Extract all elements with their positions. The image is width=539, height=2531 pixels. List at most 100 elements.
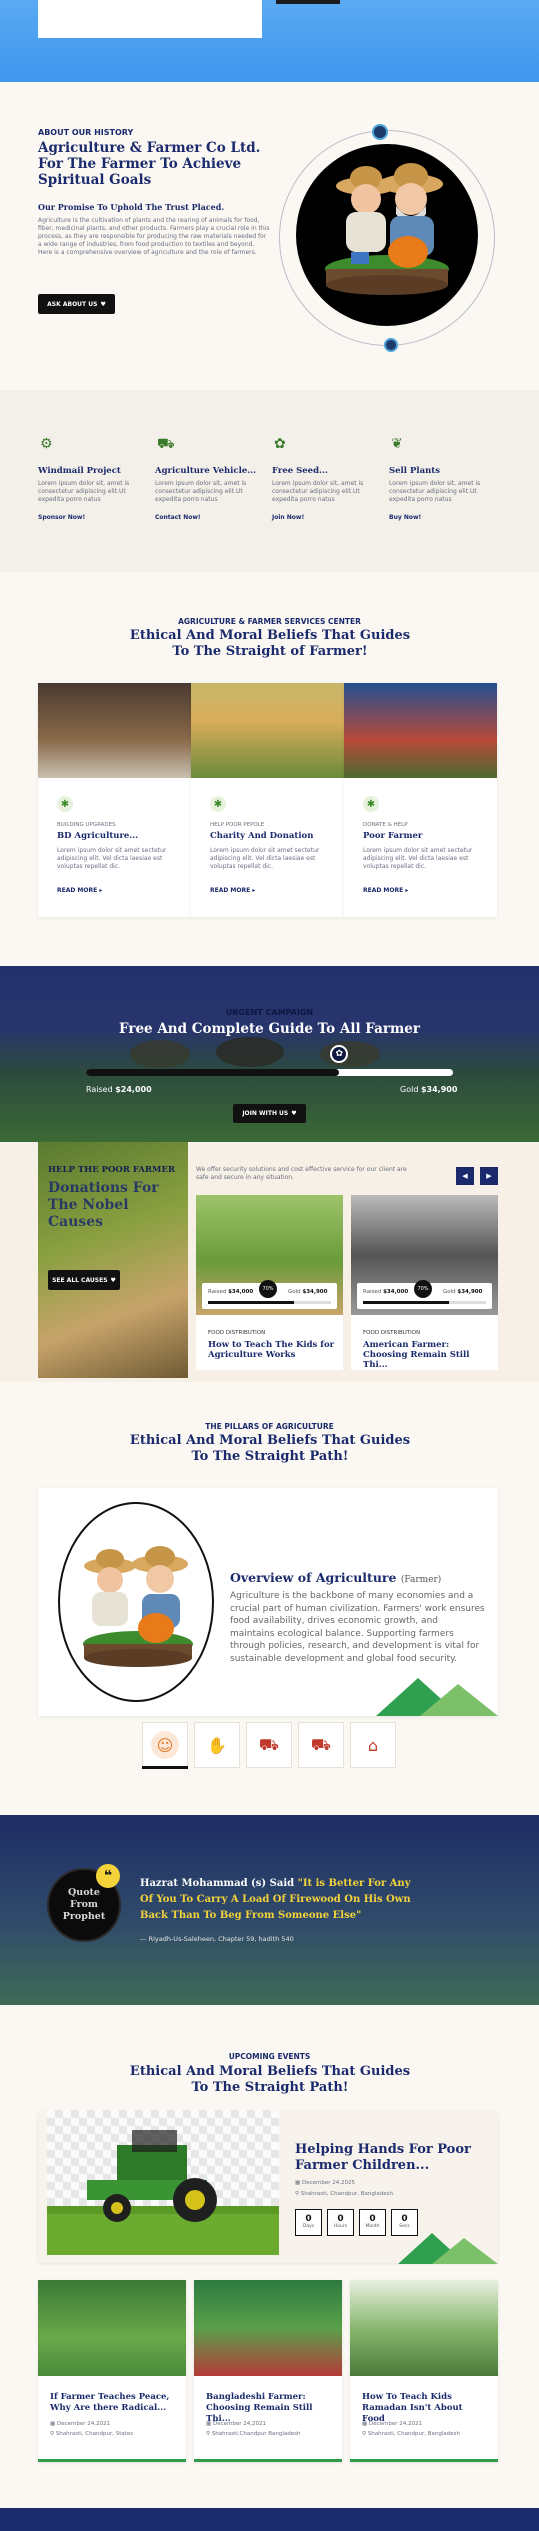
countdown-label: Secs <box>399 2224 410 2229</box>
event-card-title[interactable]: If Farmer Teaches Peace, Why Are there R… <box>50 2392 176 2414</box>
causes-prev-button[interactable]: ◀ <box>456 1167 474 1185</box>
cause-title[interactable]: How to Teach The Kids for Agriculture Wo… <box>208 1340 336 1360</box>
heart-icon: ♥ <box>110 1276 116 1284</box>
hand-heart-icon: ✱ <box>210 796 226 812</box>
plant-hand-icon: ✋ <box>203 1731 231 1759</box>
events-eyebrow: UPCOMING EVENTS <box>228 2052 311 2061</box>
calendar-icon: ▦ <box>206 2421 212 2427</box>
countdown-label: Days <box>302 2224 315 2229</box>
campaign-eyebrow: URGENT CAMPAIGN <box>225 1008 314 1017</box>
calendar-icon: ▦ <box>50 2421 56 2427</box>
service-text: Lorem ipsum dolor sit, amet is consectet… <box>272 480 364 503</box>
campaign-progress-fill <box>86 1069 340 1076</box>
hero-search-box[interactable] <box>38 0 262 38</box>
donate-icon: ✱ <box>363 796 379 812</box>
about-section: ABOUT OUR HISTORY Agriculture & Farmer C… <box>0 82 539 390</box>
cause-goal-label: Gold <box>443 1289 456 1295</box>
campaign-raised-value: $24,000 <box>115 1085 152 1094</box>
event-card-date: ▦ December 24,2021 <box>362 2421 422 2427</box>
event-card-underline <box>194 2459 342 2462</box>
event-location-text: Shahrasti, Chandpur, Bangladesh <box>367 2431 460 2437</box>
center-card-title[interactable]: BD Agriculture... <box>57 831 138 841</box>
read-more-link[interactable]: READ MORE ▸ <box>57 887 102 894</box>
featured-event-date: ▦ December 24,2025 <box>295 2180 355 2186</box>
countdown-label: Month <box>365 2224 380 2229</box>
overview-title-row: Overview of Agriculture (Farmer) <box>230 1570 441 1585</box>
quote-badge-text: Quote From Prophet <box>62 1887 106 1922</box>
cause-progress-bar <box>208 1301 331 1304</box>
center-card-tag: HELP POOR PEPOLE <box>210 822 265 828</box>
ask-about-button[interactable]: ASK ABOUT US ♥ <box>38 294 115 314</box>
service-link[interactable]: Join Now! <box>272 514 304 521</box>
about-title: Agriculture & Farmer Co Ltd. For The Far… <box>38 140 261 188</box>
pillar-tab[interactable]: ✋ <box>194 1722 240 1768</box>
footer-strip <box>0 2508 539 2531</box>
about-eyebrow: ABOUT OUR HISTORY <box>38 128 134 137</box>
calendar-icon: ▦ <box>362 2421 368 2427</box>
cause-raised-value: $34,000 <box>383 1289 409 1295</box>
location-pin-icon: ⚲ <box>206 2431 211 2437</box>
arrow-right-icon: ▸ <box>99 887 103 894</box>
pillar-tab[interactable]: ⛟ <box>298 1722 344 1768</box>
read-more-label: READ MORE <box>57 887 98 894</box>
service-link[interactable]: Sponsor Now! <box>38 514 85 521</box>
windmill-icon: ⚙ <box>40 436 53 452</box>
see-all-causes-button[interactable]: SEE ALL CAUSES ♥ <box>48 1270 120 1290</box>
service-link[interactable]: Contact Now! <box>155 514 201 521</box>
ask-about-label: ASK ABOUT US <box>47 300 98 308</box>
overview-title: Overview of Agriculture <box>230 1570 397 1585</box>
join-label: JOIN WITH US <box>242 1110 289 1117</box>
service-link[interactable]: Buy Now! <box>389 514 421 521</box>
join-with-us-button[interactable]: JOIN WITH US ♥ <box>233 1104 306 1123</box>
center-card-text: Lorem ipsum dolor sit amet sectetur adip… <box>363 847 473 870</box>
event-location-text: Shahrasti, Chandpur, States <box>55 2431 134 2437</box>
causes-intro: We offer security solutions and cost eff… <box>196 1166 407 1181</box>
quote-lead: Hazrat Mohammad (s) Said <box>140 1878 295 1889</box>
event-card-underline <box>350 2459 498 2462</box>
about-farmers-image <box>296 144 478 326</box>
campaign-raised-label: Raised <box>86 1085 113 1094</box>
read-more-link[interactable]: READ MORE ▸ <box>210 887 255 894</box>
center-card-image <box>344 683 497 778</box>
pillars-eyebrow: THE PILLARS OF AGRICULTURE <box>205 1422 334 1431</box>
event-location-text: Shahrasti,Chandpur Bangladesh <box>211 2431 301 2437</box>
cause-raised-value: $34,000 <box>228 1289 254 1295</box>
causes-eyebrow: HELP THE POOR FARMER <box>48 1165 176 1175</box>
arrow-left-icon: ◀ <box>462 1172 468 1180</box>
event-card-location: ⚲ Shahrasti, Chandpur, States <box>50 2431 133 2437</box>
causes-title: Donations For The Nobel Causes <box>48 1180 159 1230</box>
pillar-tab[interactable]: ⛟ <box>246 1722 292 1768</box>
center-card-title[interactable]: Poor Farmer <box>363 831 422 841</box>
pillar-tab[interactable]: ☺ <box>142 1722 188 1768</box>
center-card-text: Lorem ipsum dolor sit amet sectetur adip… <box>210 847 320 870</box>
countdown-box: 0 Month <box>359 2209 386 2236</box>
campaign-goal-value: $34,900 <box>420 1085 458 1094</box>
featured-date-text: December 24,2025 <box>301 2180 355 2186</box>
events-title: Ethical And Moral Beliefs That Guides To… <box>129 2064 411 2095</box>
barn-icon: ⌂ <box>359 1731 387 1759</box>
cause-title[interactable]: American Farmer: Choosing Remain Still T… <box>363 1340 491 1370</box>
causes-next-button[interactable]: ▶ <box>480 1167 498 1185</box>
event-date-text: December 24,2021 <box>56 2421 110 2427</box>
countdown-box: 0 Secs <box>391 2209 418 2236</box>
plant-icon: ❦ <box>391 436 403 452</box>
countdown-value: 0 <box>369 2214 376 2224</box>
mountain-decoration <box>376 1678 498 1716</box>
center-card-title[interactable]: Charity And Donation <box>210 831 313 841</box>
campaign-goal: Gold $34,900 <box>400 1085 457 1094</box>
quote-mark-icon: ❝ <box>96 1864 120 1888</box>
pillar-tab[interactable]: ⌂ <box>350 1722 396 1768</box>
countdown-value: 0 <box>401 2214 408 2224</box>
featured-event-title[interactable]: Helping Hands For Poor Farmer Children..… <box>295 2142 475 2174</box>
location-pin-icon: ⚲ <box>50 2431 55 2437</box>
see-all-label: SEE ALL CAUSES <box>52 1276 108 1284</box>
center-card-tag: DONATE & HELP <box>363 822 408 828</box>
about-dot-bottom <box>384 338 398 352</box>
countdown-value: 0 <box>305 2214 312 2224</box>
event-card-date: ▦ December 24,2021 <box>206 2421 266 2427</box>
cause-category: FOOD DISTRIBUTION <box>363 1330 421 1336</box>
read-more-link[interactable]: READ MORE ▸ <box>363 887 408 894</box>
hero-button[interactable] <box>276 0 340 4</box>
event-card-location: ⚲ Shahrasti, Chandpur, Bangladesh <box>362 2431 460 2437</box>
about-body: Agriculture is the cultivation of plants… <box>38 217 270 256</box>
